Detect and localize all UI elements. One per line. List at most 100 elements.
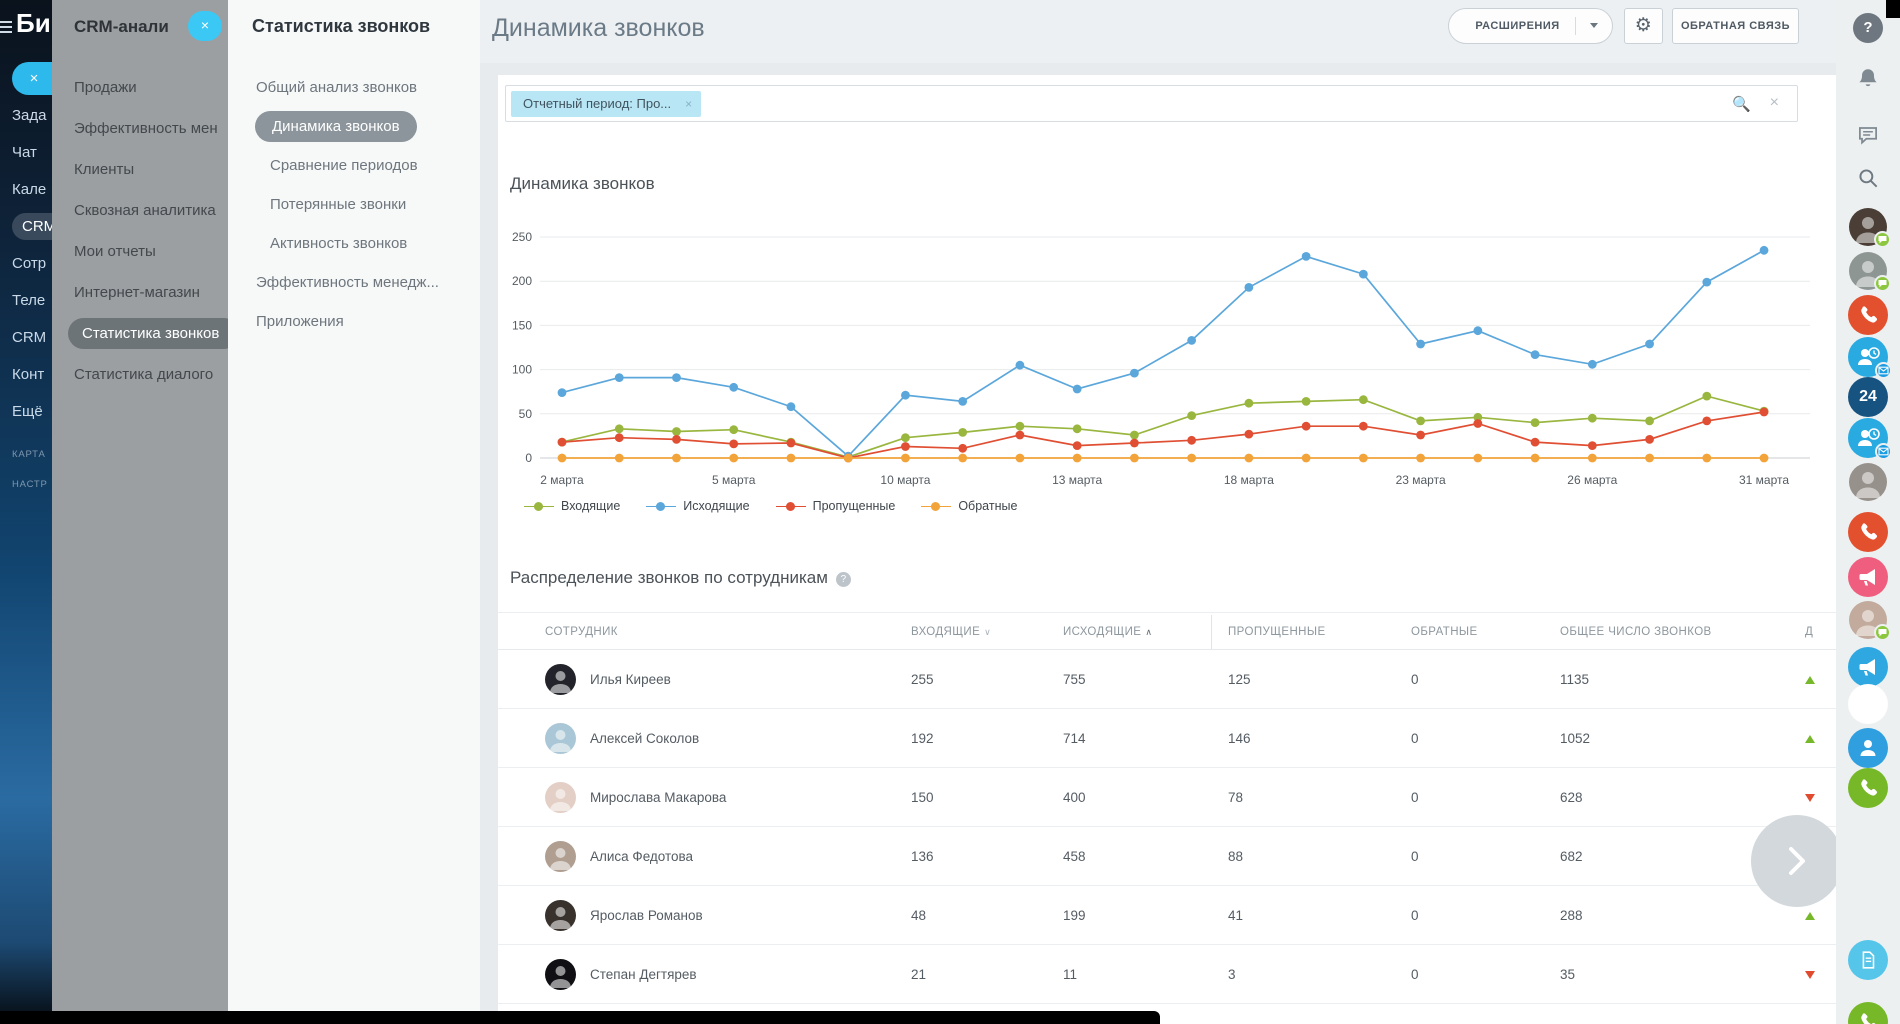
cell-outgoing: 755 — [1063, 672, 1228, 687]
notifications-icon[interactable] — [1855, 66, 1881, 92]
hamburger-menu-icon[interactable] — [0, 21, 12, 36]
bitrix24-logo: Би — [16, 8, 51, 39]
column-header-2[interactable]: ВХОДЯЩИЕ∨ — [911, 613, 1063, 651]
chip-close-icon[interactable]: × — [685, 91, 692, 117]
avatar-photo — [545, 723, 576, 754]
table-row[interactable]: Мирослава Макарова150400780628 — [498, 768, 1836, 827]
person-clock-icon-1[interactable] — [1848, 337, 1888, 377]
legend-item-2[interactable]: Исходящие — [646, 499, 749, 513]
sidebar-footer-item-2[interactable]: НАСТР — [0, 470, 52, 500]
close-menu-button[interactable]: × — [188, 11, 222, 41]
crm-menu-item-6[interactable]: Интернет-магазин — [52, 272, 228, 313]
phone-icon-green-2[interactable] — [1848, 1002, 1888, 1024]
employee-name: Алексей Соколов — [590, 731, 699, 746]
help-icon[interactable]: ? — [1853, 13, 1883, 43]
column-header-6[interactable]: ОБЩЕЕ ЧИСЛО ЗВОНКОВ — [1560, 613, 1805, 651]
crm-menu-item-3[interactable]: Клиенты — [52, 149, 228, 190]
sort-asc-icon[interactable]: ∧ — [1145, 627, 1152, 637]
feedback-button[interactable]: ОБРАТНАЯ СВЯЗЬ — [1672, 8, 1799, 44]
cell-incoming: 255 — [911, 672, 1063, 687]
stats-menu-item-4[interactable]: Потерянные звонки — [228, 185, 480, 224]
sidebar-item-6[interactable]: Теле — [0, 282, 52, 319]
column-header-3[interactable]: ИСХОДЯЩИЕ∧ — [1063, 613, 1228, 651]
crm-menu-item-1[interactable]: Продажи — [52, 67, 228, 108]
filter-search-bar[interactable]: Отчетный период: Про... × 🔍 × — [505, 85, 1798, 122]
phone-icon-green[interactable] — [1848, 768, 1888, 808]
sidebar-item-5[interactable]: Сотр — [0, 245, 52, 282]
avatar-photo — [545, 782, 576, 813]
sidebar-item-7[interactable]: CRM — [0, 319, 52, 356]
sidebar-footer-item-1[interactable]: КАРТА — [0, 440, 52, 470]
sidebar-item-9[interactable]: Ещё — [0, 393, 52, 430]
employee-avatar-3[interactable] — [1849, 463, 1887, 501]
table-row[interactable]: Степан Дегтярев21113035 — [498, 945, 1836, 1004]
report-period-filter-chip[interactable]: Отчетный период: Про... × — [511, 91, 701, 117]
table-row[interactable]: Ярослав Романов48199410288 — [498, 886, 1836, 945]
blank-circle[interactable] — [1848, 684, 1888, 724]
svg-text:18 марта: 18 марта — [1224, 473, 1274, 487]
cell-outgoing: 714 — [1063, 731, 1228, 746]
bitrix24-icon[interactable]: 24 — [1848, 377, 1888, 417]
stats-menu-item-1[interactable]: Общий анализ звонков — [228, 68, 480, 107]
crm-menu-item-2[interactable]: Эффективность мен — [52, 108, 228, 149]
cell-callback: 0 — [1411, 967, 1560, 982]
table-row[interactable]: Илья Киреев25575512501135 — [498, 650, 1836, 709]
chat-icon[interactable] — [1855, 122, 1881, 148]
settings-gear-button[interactable]: ⚙ — [1624, 8, 1663, 44]
column-header-1[interactable]: СОТРУДНИК — [545, 613, 911, 651]
crm-menu-item-7[interactable]: Статистика звонков — [52, 313, 228, 354]
stats-menu-item-3[interactable]: Сравнение периодов — [228, 146, 480, 185]
legend-item-1[interactable]: Входящие — [524, 499, 620, 513]
stats-menu-item-5[interactable]: Активность звонков — [228, 224, 480, 263]
sort-desc-icon[interactable]: ∨ — [984, 627, 991, 637]
avatar — [545, 782, 576, 813]
sidebar-item-3[interactable]: Кале — [0, 171, 52, 208]
sidebar-item-1[interactable]: Зада — [0, 97, 52, 134]
chevron-down-icon[interactable] — [1590, 23, 1598, 28]
crm-menu-item-5[interactable]: Мои отчеты — [52, 231, 228, 272]
table-row[interactable]: Алиса Федотова136458880682 — [498, 827, 1836, 886]
sidebar-item-2[interactable]: Чат — [0, 134, 52, 171]
crm-menu-item-8[interactable]: Статистика диалого — [52, 354, 228, 395]
svg-text:100: 100 — [512, 363, 532, 377]
calls-dynamics-chart: 0501001502002502 марта5 марта10 марта13 … — [506, 228, 1816, 500]
svg-text:200: 200 — [512, 274, 532, 288]
phone-icon-red-1[interactable] — [1848, 295, 1888, 335]
cell-callback: 0 — [1411, 672, 1560, 687]
trend-up-icon — [1805, 912, 1815, 920]
sidebar-item-8[interactable]: Конт — [0, 356, 52, 393]
chevron-right-icon — [1779, 841, 1815, 881]
megaphone-icon-pink[interactable] — [1848, 557, 1888, 597]
clear-filter-icon[interactable]: × — [1770, 94, 1779, 112]
stats-menu-item-2[interactable]: Динамика звонков — [228, 107, 480, 146]
crm-menu-item-4[interactable]: Сквозная аналитика — [52, 190, 228, 231]
column-header-5[interactable]: ОБРАТНЫЕ — [1411, 613, 1560, 651]
trend-up-icon — [1805, 735, 1815, 743]
doc-phone-icon[interactable] — [1848, 940, 1888, 980]
table-row[interactable]: Алексей Соколов19271414601052 — [498, 709, 1836, 768]
legend-item-4[interactable]: Обратные — [921, 499, 1017, 513]
employee-avatar-4[interactable] — [1849, 601, 1887, 639]
stats-menu-item-6[interactable]: Эффективность менедж... — [228, 263, 480, 302]
sidebar-item-4[interactable]: CRM — [0, 208, 52, 245]
avatar — [545, 959, 576, 990]
help-icon[interactable]: ? — [836, 572, 851, 587]
search-icon[interactable] — [1855, 165, 1881, 191]
megaphone-icon-blue[interactable] — [1848, 647, 1888, 687]
phone-icon-red-2[interactable] — [1848, 512, 1888, 552]
search-icon[interactable]: 🔍 — [1732, 95, 1751, 113]
active-menu-close-pill[interactable]: × — [12, 62, 52, 95]
employee-avatar-2[interactable] — [1849, 252, 1887, 290]
column-header-4[interactable]: ПРОПУЩЕННЫЕ — [1228, 613, 1411, 651]
svg-text:31 марта: 31 марта — [1739, 473, 1789, 487]
next-page-arrow-button[interactable] — [1751, 815, 1843, 907]
crm-analytics-menu-items: ПродажиЭффективность менКлиентыСквозная … — [52, 67, 228, 395]
employee-avatar-1[interactable] — [1849, 208, 1887, 246]
extensions-button[interactable]: РАСШИРЕНИЯ — [1448, 8, 1613, 44]
legend-item-3[interactable]: Пропущенные — [776, 499, 896, 513]
column-header-7[interactable]: Д — [1805, 613, 1836, 651]
person-icon-blue[interactable] — [1848, 728, 1888, 768]
stats-menu-item-7[interactable]: Приложения — [228, 302, 480, 341]
svg-text:10 марта: 10 марта — [880, 473, 930, 487]
person-clock-icon-2[interactable] — [1848, 418, 1888, 458]
